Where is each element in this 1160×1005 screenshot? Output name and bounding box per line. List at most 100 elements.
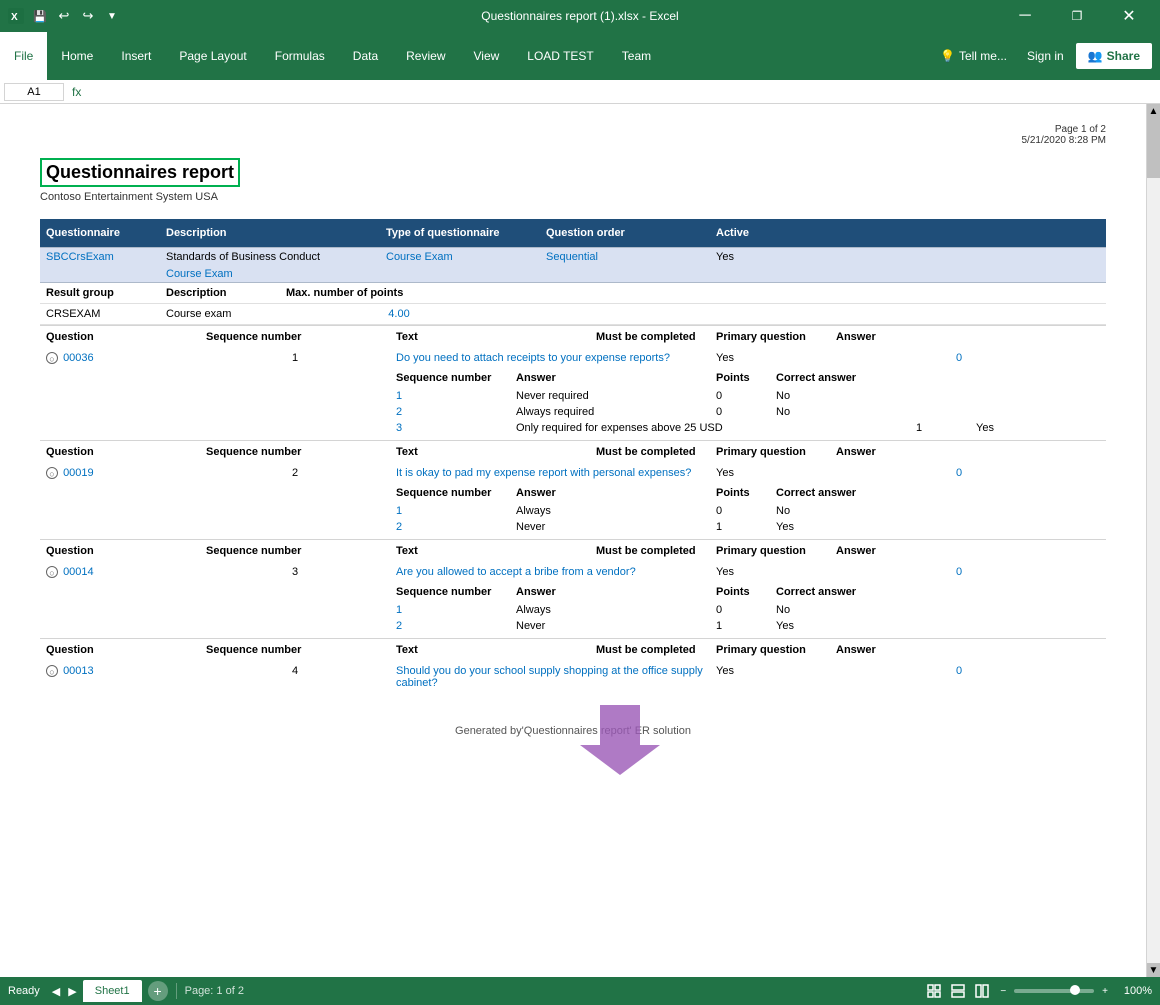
rg-desc-label: Description <box>160 285 280 301</box>
undo-icon[interactable]: ↩ <box>56 8 72 24</box>
header-order: Question order <box>540 223 710 243</box>
company-name: Contoso Entertainment System USA <box>40 191 1106 203</box>
q2-data: ○ 00019 2 It is okay to pad my expense r… <box>40 463 1106 483</box>
rg-points-label: Max. number of points <box>280 285 480 301</box>
q2-header: Question Sequence number Text Must be co… <box>40 440 1106 463</box>
tab-view[interactable]: View <box>460 32 514 80</box>
tell-me-button[interactable]: 💡 Tell me... <box>932 45 1015 67</box>
q1-label: Question <box>40 329 200 345</box>
tell-me-label: Tell me... <box>959 49 1007 63</box>
scroll-down-button[interactable]: ▼ <box>1147 963 1160 977</box>
tab-formulas[interactable]: Formulas <box>261 32 339 80</box>
cell-reference-box[interactable] <box>4 83 64 101</box>
tab-file[interactable]: File <box>0 32 47 80</box>
report-table: Questionnaire Description Type of questi… <box>40 219 1106 785</box>
zoom-plus[interactable]: + <box>1102 986 1108 997</box>
rg-label: Result group <box>40 285 160 301</box>
add-sheet-button[interactable]: + <box>148 981 168 1001</box>
next-sheet-button[interactable]: ▶ <box>64 985 80 998</box>
normal-view-button[interactable] <box>924 981 944 1001</box>
window-title: Questionnaires report (1).xlsx - Excel <box>481 9 678 23</box>
q1-ans2-pts: 0 <box>710 405 770 419</box>
page-break-view-button[interactable] <box>972 981 992 1001</box>
close-button[interactable]: ✕ <box>1106 0 1152 32</box>
formula-bar: fx <box>0 80 1160 104</box>
header-description: Description <box>160 223 380 243</box>
vertical-scrollbar[interactable]: ▲ ▼ <box>1146 104 1160 977</box>
q3-data: ○ 00014 3 Are you allowed to accept a br… <box>40 562 1106 582</box>
customize-icon[interactable]: ▼ <box>104 8 120 24</box>
tab-review[interactable]: Review <box>392 32 459 80</box>
header-type: Type of questionnaire <box>380 223 540 243</box>
tab-data[interactable]: Data <box>339 32 392 80</box>
header-questionnaire: Questionnaire <box>40 223 160 243</box>
zoom-slider[interactable] <box>1014 989 1094 993</box>
page-datetime: 5/21/2020 8:28 PM <box>40 135 1106 146</box>
q1-seq-label: Sequence number <box>200 329 390 345</box>
q-active: Yes <box>710 248 910 266</box>
tab-team[interactable]: Team <box>608 32 665 80</box>
svg-text:X: X <box>11 12 18 23</box>
q1-header: Question Sequence number Text Must be co… <box>40 325 1106 348</box>
q1-ans-header: Sequence number Answer Points Correct an… <box>40 368 1106 388</box>
sheet1-tab[interactable]: Sheet1 <box>83 980 142 1002</box>
page-info: Page 1 of 2 5/21/2020 8:28 PM <box>40 124 1106 146</box>
q4-icon: ○ <box>46 665 58 677</box>
q1-must-label: Must be completed <box>590 329 710 345</box>
q2-id: ○ 00019 <box>40 465 200 481</box>
q1-ans1-seq: 1 <box>390 389 510 403</box>
rg-points: 4.00 <box>280 306 480 322</box>
q1-primary-label: Primary question <box>710 329 830 345</box>
redo-icon[interactable]: ↪ <box>80 8 96 24</box>
q1-ans2-seq: 2 <box>390 405 510 419</box>
q3-ans-header: Sequence number Answer Points Correct an… <box>40 582 1106 602</box>
zoom-level: 100% <box>1116 985 1152 997</box>
q1-ans2-text: Always required <box>510 405 710 419</box>
q1-ans3-correct: Yes <box>970 421 1000 435</box>
arrow-icon <box>580 705 660 775</box>
q2-ans-header: Sequence number Answer Points Correct an… <box>40 483 1106 503</box>
spreadsheet-area[interactable]: Page 1 of 2 5/21/2020 8:28 PM Questionna… <box>0 104 1146 977</box>
restore-button[interactable]: ❐ <box>1054 0 1100 32</box>
share-button[interactable]: 👥 Share <box>1076 43 1152 69</box>
tab-insert[interactable]: Insert <box>107 32 165 80</box>
bottom-right: − + 100% <box>924 981 1160 1001</box>
q4-data: ○ 00013 4 Should you do your school supp… <box>40 661 1106 693</box>
tab-load-test[interactable]: LOAD TEST <box>513 32 607 80</box>
tab-home[interactable]: Home <box>47 32 107 80</box>
scroll-thumb[interactable] <box>1147 118 1160 178</box>
q1-ans1-correct: No <box>770 389 796 403</box>
q1-ans1-text: Never required <box>510 389 710 403</box>
q1-ans3-seq: 3 <box>390 421 510 435</box>
q2-ans-2: 2 Never 1 Yes <box>40 519 1106 535</box>
page-layout-view-button[interactable] <box>948 981 968 1001</box>
zoom-thumb[interactable] <box>1070 985 1080 995</box>
zoom-minus[interactable]: − <box>1000 986 1006 997</box>
title-bar: X 💾 ↩ ↪ ▼ Questionnaires report (1).xlsx… <box>0 0 1160 32</box>
prev-sheet-button[interactable]: ◀ <box>48 985 64 998</box>
save-icon[interactable]: 💾 <box>32 8 48 24</box>
scroll-up-button[interactable]: ▲ <box>1147 104 1160 118</box>
q2-answer-label: Answer <box>830 444 882 460</box>
ready-status: Ready <box>0 985 48 997</box>
sheet-tabs: ◀ ▶ Sheet1 + <box>48 977 168 1005</box>
sign-in-button[interactable]: Sign in <box>1019 45 1072 67</box>
minimize-button[interactable]: ─ <box>1002 0 1048 32</box>
title-bar-left: X 💾 ↩ ↪ ▼ <box>8 8 120 24</box>
q2-label: Question <box>40 444 200 460</box>
scroll-track[interactable] <box>1147 118 1160 963</box>
q1-ans-2: 2 Always required 0 No <box>40 404 1106 420</box>
rg-points-value: 4.00 <box>324 308 474 320</box>
page-number: Page 1 of 2 <box>40 124 1106 135</box>
q1-data: ○ 00036 1 Do you need to attach receipts… <box>40 348 1106 368</box>
q2-primary <box>830 465 950 481</box>
q2-answer: 0 <box>950 465 968 481</box>
main-area: Page 1 of 2 5/21/2020 8:28 PM Questionna… <box>0 104 1160 977</box>
tab-page-layout[interactable]: Page Layout <box>165 32 260 80</box>
q1-must: Yes <box>710 350 830 366</box>
q1-icon: ○ <box>46 352 58 364</box>
q2-must-label: Must be completed <box>590 444 710 460</box>
q1-answer: 0 <box>950 350 968 366</box>
formula-input[interactable] <box>89 86 1156 98</box>
q-desc2: Course Exam <box>160 266 239 282</box>
